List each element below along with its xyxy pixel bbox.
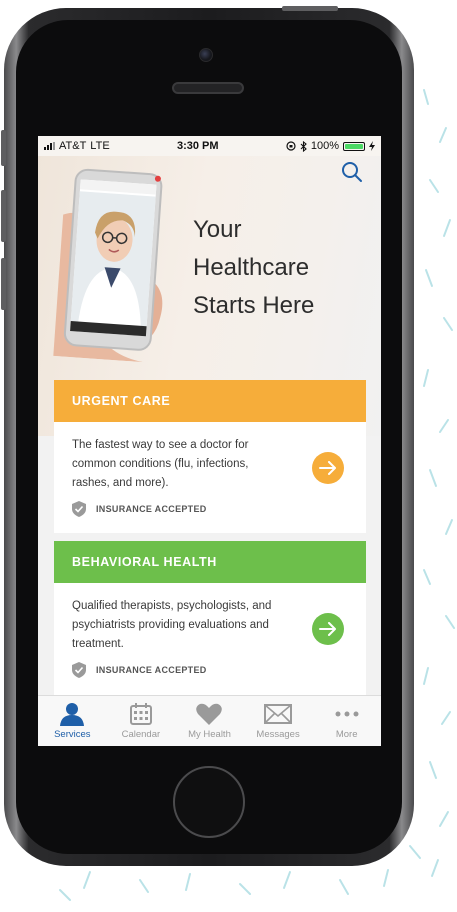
- hero-title: Your Healthcare Starts Here: [193, 216, 315, 319]
- behavioral-health-card[interactable]: BEHAVIORAL HEALTH Qualified therapists, …: [54, 541, 366, 695]
- bottom-tab-bar: Services Calendar My Health Messages Mor…: [38, 695, 381, 746]
- calendar-icon: [129, 703, 152, 725]
- tab-services-label: Services: [54, 729, 91, 740]
- behavioral-health-description: Qualified therapists, psychologists, and…: [72, 600, 272, 650]
- volume-up-button: [1, 190, 6, 242]
- tab-messages[interactable]: Messages: [246, 702, 310, 740]
- front-camera: [199, 48, 213, 62]
- tab-services[interactable]: Services: [40, 702, 104, 740]
- carrier-label: AT&T: [59, 140, 87, 152]
- home-button[interactable]: [173, 766, 245, 838]
- power-button: [282, 6, 338, 11]
- urgent-care-arrow-button[interactable]: [312, 452, 344, 484]
- arrow-right-icon: [319, 622, 336, 636]
- doctor-video-call-illustration: [53, 168, 163, 363]
- insurance-badge: INSURANCE ACCEPTED: [72, 501, 348, 517]
- tab-messages-label: Messages: [256, 729, 300, 740]
- behavioral-health-arrow-button[interactable]: [312, 613, 344, 645]
- mute-switch: [1, 130, 6, 166]
- tab-more[interactable]: More: [315, 702, 379, 740]
- shield-check-icon: [72, 662, 86, 678]
- tab-calendar-label: Calendar: [121, 729, 161, 740]
- tab-my-health[interactable]: My Health: [177, 702, 241, 740]
- earpiece-speaker: [172, 82, 244, 94]
- tab-more-label: More: [335, 729, 358, 740]
- envelope-icon: [264, 704, 293, 724]
- heart-icon: [196, 703, 223, 725]
- arrow-right-icon: [319, 461, 336, 475]
- tab-calendar[interactable]: Calendar: [109, 702, 173, 740]
- urgent-care-header: URGENT CARE: [54, 380, 366, 422]
- bluetooth-icon: [300, 140, 307, 152]
- urgent-care-title: URGENT CARE: [72, 394, 171, 408]
- urgent-care-card[interactable]: URGENT CARE The fastest way to see a doc…: [54, 380, 366, 533]
- battery-percent: 100%: [310, 140, 339, 152]
- insurance-label: INSURANCE ACCEPTED: [96, 504, 207, 514]
- app-screen: Your Healthcare Starts Here AT&T LTE 3:3…: [38, 136, 381, 746]
- person-icon: [60, 703, 85, 726]
- volume-down-button: [1, 258, 6, 310]
- charging-bolt-icon: [369, 141, 375, 151]
- shield-check-icon: [72, 501, 86, 517]
- search-icon: [342, 162, 362, 182]
- signal-strength-icon: [44, 142, 55, 150]
- status-time: 3:30 PM: [176, 140, 219, 152]
- behavioral-health-title: BEHAVIORAL HEALTH: [72, 555, 217, 569]
- behavioral-health-header: BEHAVIORAL HEALTH: [54, 541, 366, 583]
- network-label: LTE: [90, 140, 110, 152]
- insurance-badge: INSURANCE ACCEPTED: [72, 662, 348, 678]
- search-button[interactable]: [340, 160, 364, 184]
- insurance-label: INSURANCE ACCEPTED: [96, 665, 207, 675]
- rotation-lock-icon: [286, 141, 296, 151]
- status-bar: AT&T LTE 3:30 PM 100%: [38, 136, 381, 156]
- tab-my-health-label: My Health: [188, 729, 231, 740]
- urgent-care-description: The fastest way to see a doctor for comm…: [72, 439, 249, 489]
- battery-icon: [343, 141, 365, 151]
- more-dots-icon: [335, 711, 359, 717]
